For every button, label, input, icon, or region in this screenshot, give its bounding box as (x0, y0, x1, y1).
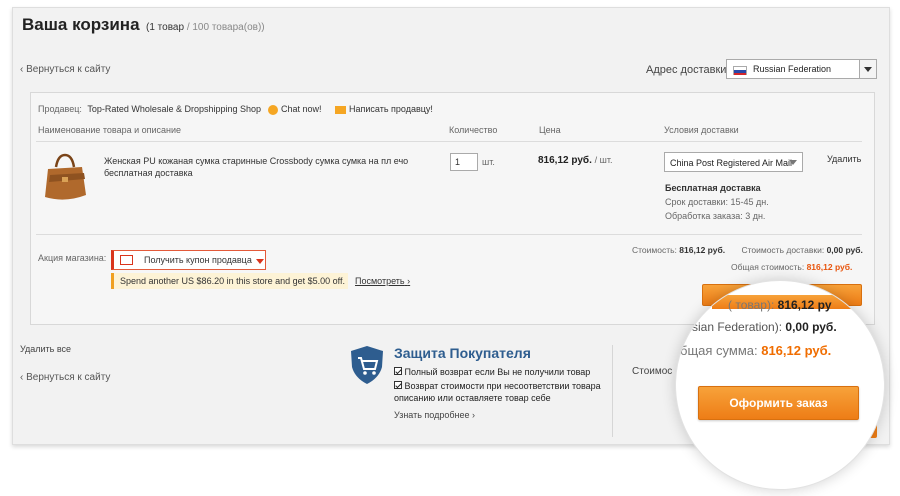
chevron-right-icon: › (407, 276, 411, 286)
protection-divider (612, 345, 613, 437)
column-price: Цена (539, 125, 561, 135)
quantity-unit: шт. (482, 157, 495, 167)
column-quantity: Количество (449, 125, 498, 135)
total-label: Общая стоимость: (731, 262, 805, 272)
zoom-items-line: ( товар): 816,12 ру (728, 298, 832, 312)
count-text: 1 товар (149, 22, 185, 33)
view-offer-link[interactable]: Посмотреть › (355, 276, 410, 286)
zoom-shipping-label: ssian Federation): (686, 320, 783, 334)
shipping-country-value: Russian Federation (753, 64, 832, 74)
promo-offer-text: Spend another US $86.20 in this store an… (120, 276, 345, 286)
free-shipping-text: Бесплатная доставка (665, 183, 761, 193)
shield-cart-icon (349, 345, 385, 385)
zoom-total-line: бщая сумма: 816,12 руб. (680, 343, 831, 358)
checkbox-checked-icon (394, 381, 402, 389)
remove-item-link[interactable]: Удалить (827, 154, 861, 164)
chevron-down-icon (789, 160, 797, 165)
store-promo-label: Акция магазина: (38, 253, 107, 263)
zoom-items-label: ( товар): (728, 298, 775, 312)
seller-name-link[interactable]: Top-Rated Wholesale & Dropshipping Shop (87, 104, 261, 114)
page-title: Ваша корзина (22, 15, 140, 34)
column-delivery: Условия доставки (664, 125, 739, 135)
shipping-method-value: China Post Registered Air Mail (670, 158, 793, 168)
delivery-time-text: Срок доставки: 15-45 дн. (665, 197, 769, 207)
shipping-cost-value: 0,00 руб. (826, 245, 863, 255)
zoom-total-value: 816,12 руб. (761, 343, 832, 358)
zoom-shipping-value: 0,00 руб. (785, 320, 837, 334)
footer-cost-partial: Стоимос (632, 366, 673, 377)
view-offer-label: Посмотреть (355, 276, 405, 286)
protection-point-1-text: Полный возврат если Вы не получили товар (404, 367, 591, 377)
protection-point-1: Полный возврат если Вы не получили товар (394, 367, 590, 377)
back-to-site-link-top[interactable]: ‹ Вернуться к сайту (20, 64, 110, 75)
unit-price-per: / шт. (594, 155, 613, 165)
seller-label: Продавец: (38, 104, 82, 114)
checkbox-checked-icon (394, 367, 402, 375)
zoom-total-label: бщая сумма: (680, 343, 758, 358)
promo-offer-banner: Spend another US $86.20 in this store an… (111, 273, 348, 289)
message-seller-link[interactable]: Написать продавцу! (335, 104, 433, 114)
checkout-button[interactable]: Оформить заказ (698, 386, 859, 420)
protection-point-2: Возврат стоимости при несоответствии тов… (394, 380, 604, 404)
buyer-protection-title: Защита Покупателя (394, 345, 531, 361)
russia-flag-icon (733, 66, 747, 75)
cart-header: Ваша корзина (1 товар / 100 товара(ов)) (22, 15, 265, 35)
chevron-right-icon: › (472, 410, 476, 420)
zoom-shipping-line: ssian Federation): 0,00 руб. (686, 320, 837, 334)
count-limit: / 100 товара(ов)) (186, 22, 265, 33)
learn-more-link[interactable]: Узнать подробнее › (394, 410, 475, 420)
item-divider (36, 234, 862, 235)
seller-row: Продавец: Top-Rated Wholesale & Dropship… (38, 104, 261, 114)
zoom-items-value: 816,12 ру (777, 298, 832, 312)
protection-point-2-text: Возврат стоимости при несоответствии тов… (394, 381, 601, 403)
unit-price: 816,12 руб. / шт. (538, 155, 613, 166)
select-dropdown-button[interactable] (859, 60, 876, 78)
chevron-down-icon (864, 67, 872, 72)
header-divider (36, 141, 862, 142)
chat-icon (268, 104, 278, 115)
column-product: Наименование товара и описание (38, 125, 182, 135)
back-to-site-link-bottom[interactable]: ‹ Вернуться к сайту (20, 372, 110, 383)
quantity-input[interactable]: 1 (450, 153, 478, 171)
shipping-address-label: Адрес доставки: (646, 64, 730, 76)
get-coupon-button[interactable]: Получить купон продавца (111, 250, 266, 270)
message-seller-label: Написать продавцу! (349, 104, 433, 114)
product-title-link[interactable]: Женская PU кожаная сумка старинные Cross… (104, 155, 414, 179)
processing-time-text: Обработка заказа: 3 дн. (665, 211, 766, 221)
delete-all-link[interactable]: Удалить все (20, 344, 71, 354)
chevron-down-icon (256, 259, 264, 264)
chat-now-label: Chat now! (281, 104, 322, 114)
handbag-icon (45, 153, 86, 200)
chat-now-link[interactable]: Chat now! (268, 104, 322, 115)
get-coupon-label: Получить купон продавца (144, 255, 252, 265)
product-image[interactable] (42, 153, 88, 205)
learn-more-label: Узнать подробнее (394, 410, 470, 420)
cost-label: Стоимость: (632, 245, 677, 255)
cost-value: 816,12 руб. (679, 245, 726, 255)
envelope-icon (335, 105, 346, 114)
zoom-magnifier: ( товар): 816,12 ру ssian Federation): 0… (675, 280, 885, 490)
shipping-cost-label: Стоимость доставки: (741, 245, 825, 255)
unit-price-value: 816,12 руб. (538, 155, 592, 166)
total-summary: Общая стоимость: 816,12 руб. (731, 262, 852, 272)
shipping-method-select[interactable]: China Post Registered Air Mail (664, 152, 803, 172)
total-value: 816,12 руб. (806, 262, 853, 272)
coupon-icon (120, 255, 133, 265)
cart-count: (1 товар / 100 товара(ов)) (146, 22, 265, 33)
cost-summary: Стоимость: 816,12 руб. Стоимость доставк… (632, 245, 863, 255)
shipping-country-select[interactable]: Russian Federation (726, 59, 877, 79)
